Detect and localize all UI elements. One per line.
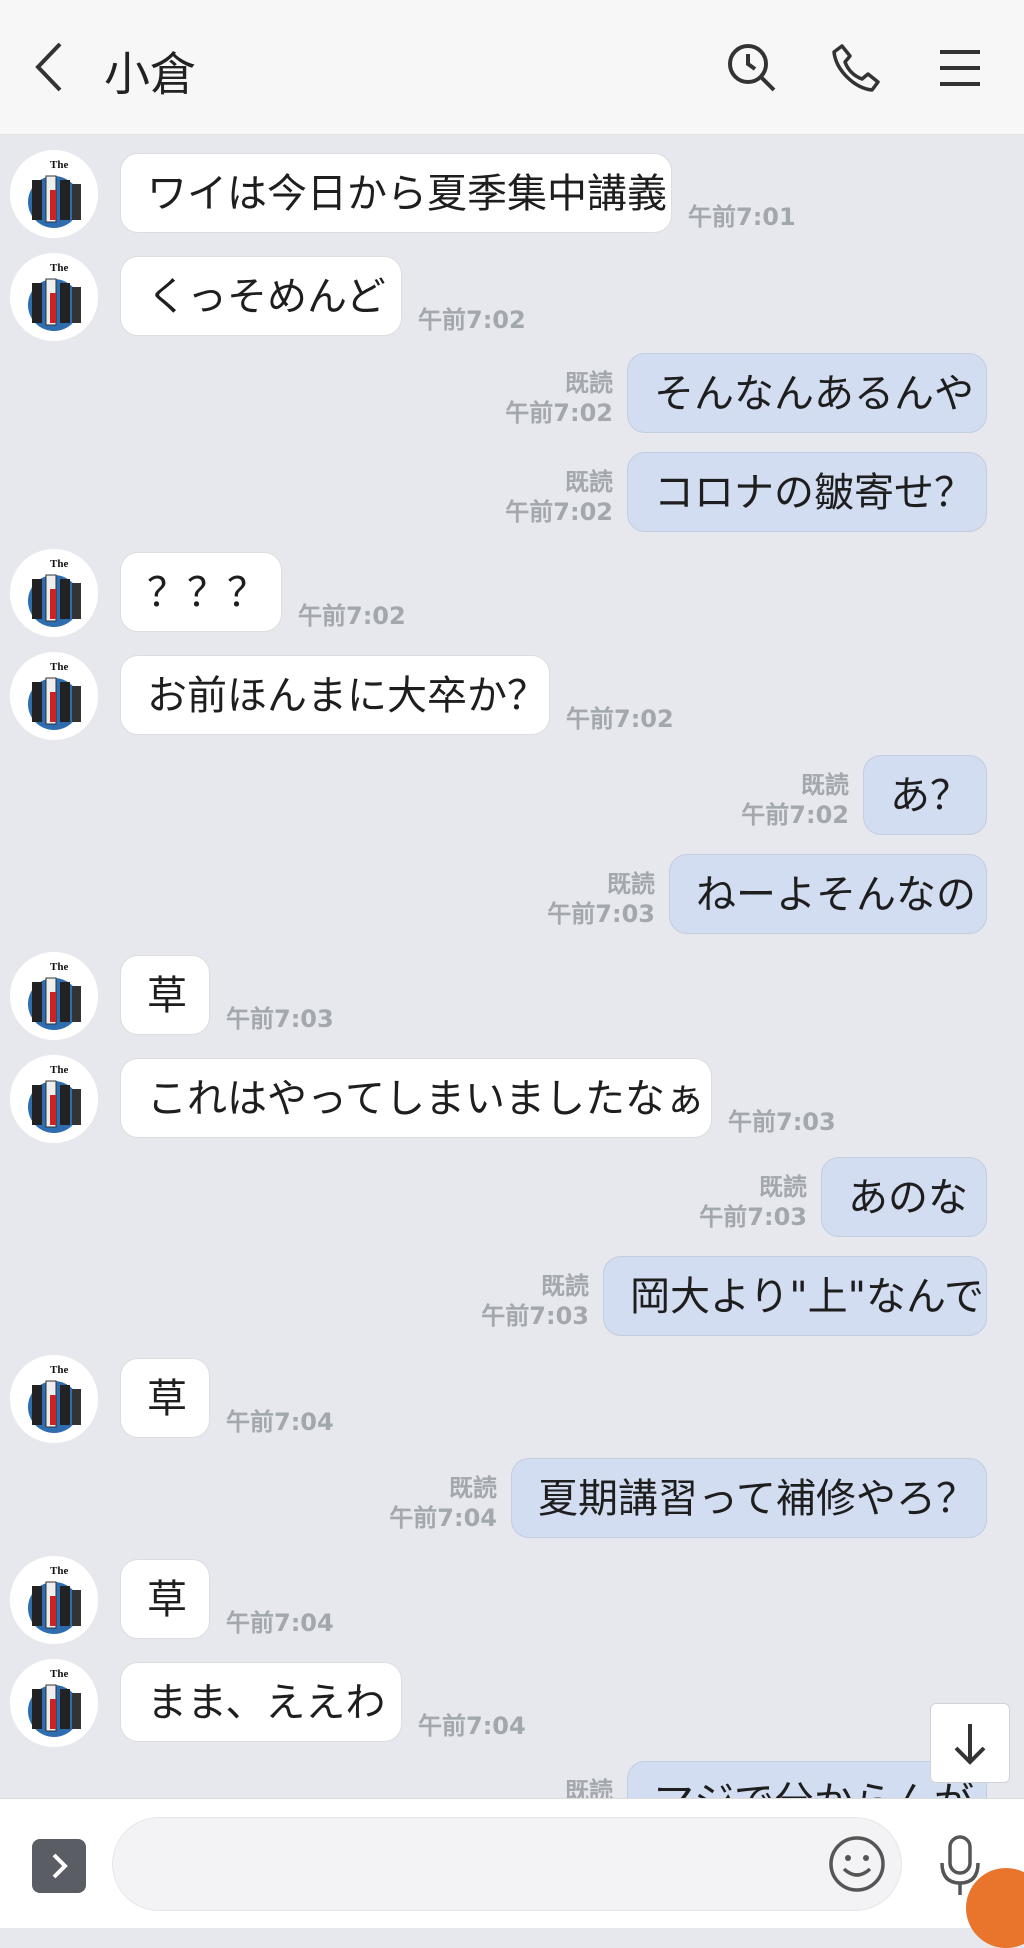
search-icon[interactable] <box>726 42 778 94</box>
svg-text:The: The <box>50 661 68 673</box>
svg-text:The: The <box>50 961 68 973</box>
message-timestamp: 午前7:03 <box>728 1108 836 1136</box>
back-icon[interactable] <box>30 40 70 94</box>
incoming-message-bubble[interactable]: 草 <box>120 955 210 1035</box>
scroll-to-bottom-button[interactable] <box>930 1703 1010 1783</box>
svg-text:The: The <box>50 1064 68 1076</box>
composer-bar <box>0 1798 1024 1928</box>
message-timestamp: 午前7:02 <box>505 498 613 526</box>
phone-icon[interactable] <box>830 42 882 94</box>
message-timestamp: 午前7:02 <box>505 399 613 427</box>
message-input[interactable] <box>112 1817 902 1911</box>
outgoing-message-bubble[interactable]: 夏期講習って補修やろ？ <box>511 1458 987 1538</box>
avatar[interactable]: The <box>10 1659 98 1747</box>
avatar[interactable]: The <box>10 253 98 341</box>
chat-title: 小倉 <box>104 47 196 101</box>
message-timestamp: 午前7:04 <box>418 1712 526 1740</box>
message-timestamp: 午前7:03 <box>226 1005 334 1033</box>
arrow-down-icon <box>954 1724 986 1765</box>
incoming-message-bubble[interactable]: 草 <box>120 1358 210 1438</box>
outgoing-message-bubble[interactable]: ねーよそんなの <box>669 854 987 934</box>
message-timestamp: 午前7:02 <box>741 801 849 829</box>
outgoing-message-bubble[interactable]: 岡大より"上"なんで <box>603 1256 987 1336</box>
message-timestamp: 午前7:04 <box>226 1408 334 1436</box>
incoming-message-bubble[interactable]: これはやってしまいましたなぁ <box>120 1058 712 1138</box>
incoming-message-bubble[interactable]: ？？？ <box>120 552 282 632</box>
message-timestamp: 午前7:04 <box>226 1609 334 1637</box>
message-timestamp: 午前7:02 <box>418 306 526 334</box>
incoming-message-bubble[interactable]: お前ほんまに大卒か？ <box>120 655 550 735</box>
menu-icon[interactable] <box>934 42 986 94</box>
outgoing-message-bubble[interactable]: あのな <box>821 1157 987 1237</box>
emoji-icon[interactable] <box>828 1835 886 1893</box>
expand-button[interactable] <box>32 1839 86 1893</box>
incoming-message-bubble[interactable]: ワイは今日から夏季集中講義 <box>120 153 672 233</box>
chevron-right-icon <box>52 1853 68 1879</box>
message-timestamp: 午前7:02 <box>566 705 674 733</box>
incoming-message-bubble[interactable]: まま、ええわ <box>120 1662 402 1742</box>
outgoing-message-bubble[interactable]: そんなんあるんや <box>627 353 987 433</box>
incoming-message-bubble[interactable]: くっそめんど <box>120 256 402 336</box>
avatar[interactable]: The <box>10 549 98 637</box>
message-timestamp: 午前7:03 <box>481 1302 589 1330</box>
avatar[interactable]: The <box>10 1556 98 1644</box>
svg-text:The: The <box>50 1565 68 1577</box>
avatar[interactable]: The <box>10 1355 98 1443</box>
svg-text:The: The <box>50 558 68 570</box>
avatar[interactable]: The <box>10 652 98 740</box>
chat-header: 小倉 <box>0 0 1024 135</box>
avatar[interactable]: The <box>10 952 98 1040</box>
svg-text:The: The <box>50 1668 68 1680</box>
read-receipt: 既読 <box>565 1777 613 1798</box>
avatar[interactable]: The <box>10 150 98 238</box>
incoming-message-bubble[interactable]: 草 <box>120 1559 210 1639</box>
svg-text:The: The <box>50 1364 68 1376</box>
message-timestamp: 午前7:02 <box>298 602 406 630</box>
svg-text:The: The <box>50 262 68 274</box>
outgoing-message-bubble[interactable]: あ？ <box>863 755 987 835</box>
message-timestamp: 午前7:03 <box>699 1203 807 1231</box>
message-timestamp: 午前7:01 <box>688 203 796 231</box>
avatar[interactable]: The <box>10 1055 98 1143</box>
message-list[interactable]: The ワイは今日から夏季集中講義 午前7:01 The くっそめんど 午前7:02 そんな… <box>0 135 1024 1798</box>
message-timestamp: 午前7:04 <box>389 1504 497 1532</box>
message-timestamp: 午前7:03 <box>547 900 655 928</box>
outgoing-message-bubble[interactable]: コロナの皺寄せ？ <box>627 452 987 532</box>
svg-text:The: The <box>50 159 68 171</box>
